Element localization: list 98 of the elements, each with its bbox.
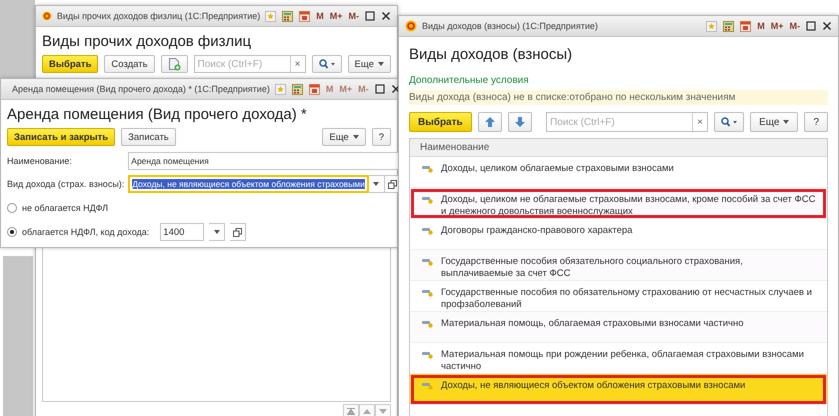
memory-button[interactable]: M: [757, 21, 765, 31]
window-title: Виды доходов (взносы) (1С:Предприятие): [422, 21, 598, 31]
open-button[interactable]: [230, 223, 246, 241]
calendar-icon[interactable]: [740, 20, 752, 32]
radio-label: не облагается НДФЛ: [22, 203, 108, 213]
table-row[interactable]: Материальная помощь, облагаемая страховыми взносами частично: [410, 312, 827, 343]
memory-button[interactable]: M+: [770, 21, 784, 31]
table-row[interactable]: Доходы, целиком не облагаемые страховыми взносами, кроме пособий за счет ФСС и денежного довольствия военнослужащих: [410, 188, 827, 219]
search-icon: [721, 117, 738, 127]
table-row[interactable]: Государственные пособия обязательного социального страхования, выплачиваемые за счет ФСС: [410, 250, 827, 281]
table-cell: Договоры гражданско-правового характера: [441, 225, 632, 237]
item-icon: [422, 196, 433, 204]
search-button[interactable]: [714, 112, 744, 132]
select-button[interactable]: Выбрать: [42, 55, 98, 73]
calculator-icon[interactable]: [723, 20, 734, 32]
form-heading: Виды прочих доходов физлиц: [42, 32, 252, 52]
move-up-button[interactable]: [478, 112, 502, 132]
close-icon[interactable]: [381, 11, 391, 21]
help-button[interactable]: ?: [372, 128, 391, 146]
table-cell-text: Государственные пособия обязательного социального страхования, выплачиваемые за счет ФСС: [441, 256, 744, 280]
search-button[interactable]: [312, 55, 342, 73]
calendar-icon[interactable]: [299, 10, 310, 22]
table-cell: Материальная помощь, облагаемая страховыми взносами частично: [441, 318, 744, 330]
item-icon: [422, 382, 433, 390]
filter-bar: Виды дохода (взноса) не в списке:отобрано по нескольким значениям: [409, 90, 828, 105]
search-field[interactable]: Поиск (Ctrl+F) ×: [194, 55, 306, 73]
more-button[interactable]: Еще: [348, 55, 391, 73]
calculator-icon[interactable]: [292, 84, 303, 94]
close-icon[interactable]: [390, 84, 401, 94]
memory-button[interactable]: M: [316, 11, 324, 21]
squares-icon: [233, 228, 242, 236]
close-icon[interactable]: [822, 21, 832, 31]
star-icon[interactable]: [274, 84, 286, 94]
radio-button[interactable]: [7, 227, 17, 237]
item-icon: [422, 227, 433, 235]
caret-icon: [373, 182, 380, 186]
memory-button[interactable]: M-: [348, 11, 359, 21]
clear-button[interactable]: ×: [290, 56, 305, 72]
caret-icon: [352, 135, 359, 139]
item-icon: [422, 289, 433, 297]
radio-button[interactable]: [7, 203, 17, 213]
column-header[interactable]: Наименование: [410, 139, 827, 157]
form-heading: Аренда помещения (Вид прочего дохода) *: [7, 105, 308, 125]
save-button[interactable]: Записать: [121, 128, 176, 146]
search-field[interactable]: Поиск (Ctrl+F) ×: [546, 112, 708, 132]
caret-icon: [378, 62, 384, 66]
copy-button[interactable]: [160, 55, 188, 73]
select-button[interactable]: Выбрать: [409, 112, 472, 132]
down-icon: [379, 408, 387, 414]
star-icon[interactable]: [706, 20, 718, 32]
memory-button[interactable]: M+: [330, 11, 342, 21]
more-button[interactable]: Еще: [750, 112, 798, 132]
help-button[interactable]: ?: [804, 112, 828, 132]
table-cell: Доходы, не являющиеся объектом обложения страховыми взносами: [441, 380, 746, 392]
table-cell-text: Государственные пособия по обязательному страхованию от несчастных случаев и профзаболеваний: [441, 287, 813, 311]
logo-icon: [42, 10, 52, 22]
item-icon: [422, 351, 433, 359]
window-title: Виды прочих доходов физлиц (1С:Предприятие): [56, 11, 260, 21]
item-icon: [422, 165, 433, 173]
create-button[interactable]: Создать: [104, 55, 155, 73]
save-and-close-button[interactable]: Записать и закрыть: [7, 128, 116, 146]
down-arrow-icon: [514, 117, 525, 127]
search-icon: [318, 59, 335, 69]
first-icon: [347, 408, 355, 414]
table-cell-text: Доходы, целиком не облагаемые страховыми взносами, кроме пособий за счет ФСС и денежного довольствия военнослужащих: [441, 194, 816, 218]
calculator-icon[interactable]: [282, 10, 294, 22]
maximize-icon[interactable]: [365, 11, 375, 21]
conditions-link[interactable]: Дополнительные условия: [409, 75, 529, 86]
item-icon: [422, 258, 433, 266]
document-plus-icon: [168, 58, 181, 70]
clear-button[interactable]: ×: [692, 113, 708, 131]
caret-icon: [214, 230, 220, 234]
star-icon[interactable]: [265, 10, 276, 22]
table-cell-text: Материальная помощь при рождении ребенка, облагаемая страховыми взносами частично: [441, 349, 805, 373]
table-cell: Доходы, целиком облагаемые страховыми взносами: [441, 163, 674, 175]
radio-label: облагается НДФЛ, код дохода:: [22, 227, 150, 237]
scroll-top-button[interactable]: [343, 404, 359, 416]
maximize-icon[interactable]: [374, 84, 385, 94]
item-icon: [422, 320, 433, 328]
input-field[interactable]: Аренда помещения: [128, 152, 401, 170]
caret-icon: [783, 120, 790, 124]
dropdown-button[interactable]: [209, 223, 226, 241]
field-label: Наименование:: [7, 156, 73, 166]
calendar-icon[interactable]: [308, 84, 320, 94]
field-label: Вид дохода (страх. взносы):: [7, 179, 124, 189]
input-field[interactable]: Доходы, не являющиеся объектом обложения страховыми: [128, 175, 369, 193]
form-heading: Виды доходов (взносы): [409, 45, 574, 65]
dropdown-button[interactable]: [368, 175, 385, 193]
move-down-button[interactable]: [508, 112, 532, 132]
income-code-field[interactable]: 1400: [160, 223, 204, 241]
memory-button[interactable]: M-: [790, 21, 800, 31]
window-title: Аренда помещения (Вид прочего дохода) * (1С:Предприятие): [12, 84, 270, 94]
maximize-icon[interactable]: [806, 21, 816, 31]
table-row[interactable]: Доходы, не являющиеся объектом обложения страховыми взносами: [410, 374, 827, 405]
up-icon: [363, 408, 371, 414]
up-arrow-icon: [484, 117, 495, 127]
more-button[interactable]: Еще: [322, 128, 366, 146]
logo-icon: [405, 20, 417, 32]
